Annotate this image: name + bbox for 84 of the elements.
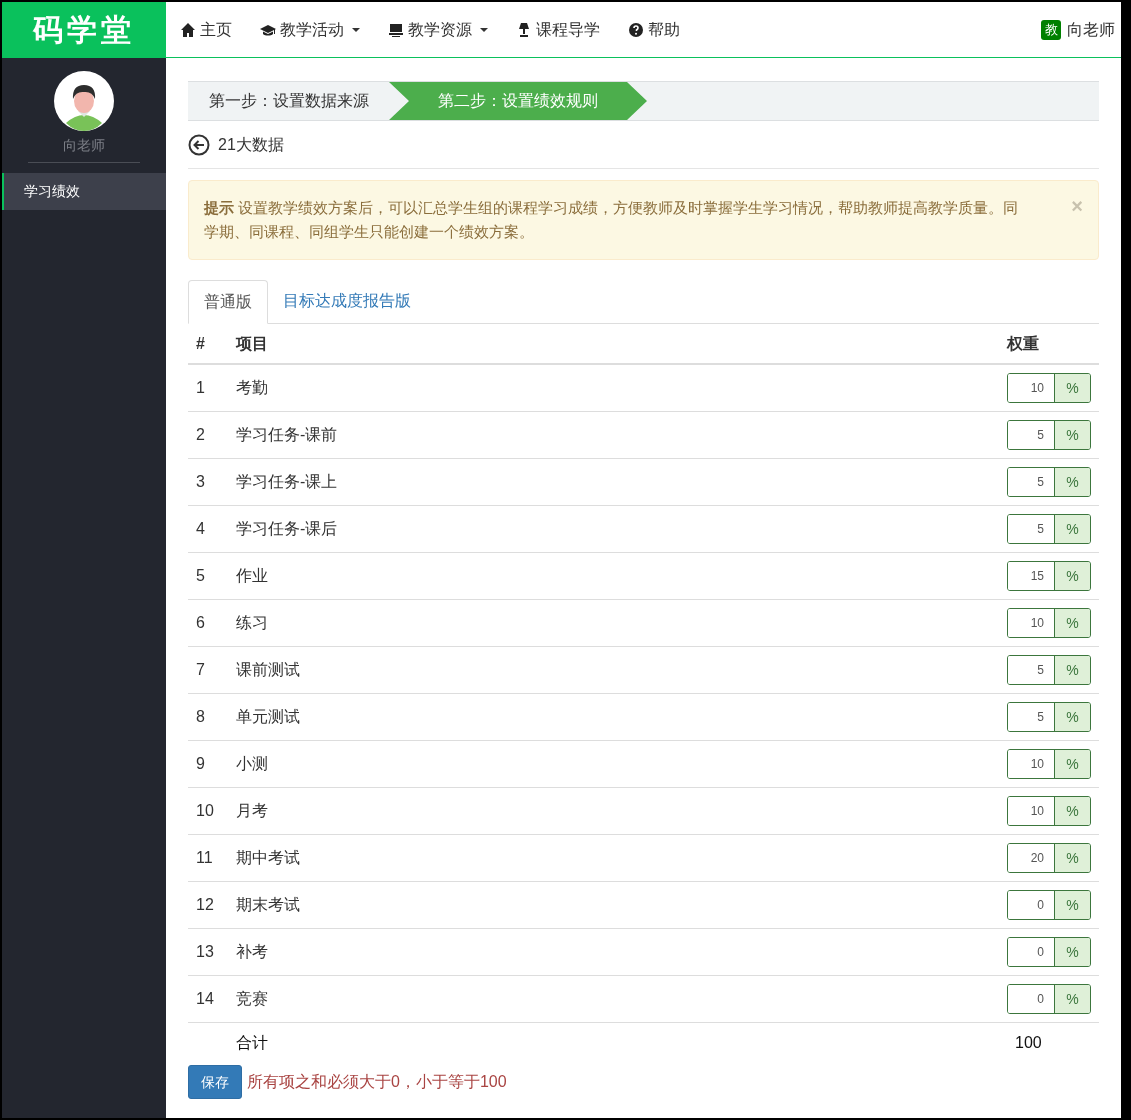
weight-field[interactable]: 5 % xyxy=(1007,655,1091,685)
caret-icon xyxy=(480,27,488,32)
total-value: 100 xyxy=(1014,1033,1043,1053)
weight-field[interactable]: 10 % xyxy=(1007,796,1091,826)
unit-label: % xyxy=(1054,985,1090,1013)
table-cell-text: 学习任务-课前 xyxy=(236,425,339,445)
table-cell-text: 小测 xyxy=(236,754,269,774)
tab[interactable]: 目标达成度报告版 xyxy=(268,279,426,323)
table-cell-text: 单元测试 xyxy=(236,707,301,727)
table-cell-text: 考勤 xyxy=(236,378,269,398)
tab[interactable]: 普通版 xyxy=(188,280,268,324)
table-cell-text: 7 xyxy=(195,660,206,680)
home-icon xyxy=(180,21,196,38)
help-icon xyxy=(628,21,644,38)
user-name[interactable]: 向老师 xyxy=(1067,17,1115,42)
table-cell-text: 3 xyxy=(195,472,206,492)
weight-field[interactable]: 0 % xyxy=(1007,937,1091,967)
weight-field[interactable]: 5 % xyxy=(1007,467,1091,497)
unit-label: % xyxy=(1054,421,1090,449)
total-label: 合计 xyxy=(235,1033,269,1053)
lamp-icon xyxy=(516,21,532,38)
avatar xyxy=(54,71,114,131)
table-cell-text: 期末考试 xyxy=(236,895,301,915)
table-cell-text: 6 xyxy=(195,613,206,633)
weight-field[interactable]: 5 % xyxy=(1007,514,1091,544)
save-button[interactable]: 保存 xyxy=(188,1065,242,1099)
weight-field[interactable]: 10 % xyxy=(1007,608,1091,638)
page-title: 21大数据 xyxy=(218,134,284,155)
table-cell-text: 11 xyxy=(195,848,214,868)
weight-field[interactable]: 10 % xyxy=(1007,373,1091,403)
weight-field[interactable]: 0 % xyxy=(1007,890,1091,920)
weight-field[interactable]: 10 % xyxy=(1007,749,1091,779)
column-header: 项目 xyxy=(236,333,269,354)
nav-item[interactable]: 教学资源 xyxy=(388,17,488,42)
table-cell-text: 期中考试 xyxy=(236,848,301,868)
alert-message: 提示 设置教学绩效方案后，可以汇总学生组的课程学习成绩，方便教师及时掌握学生学习情况，帮助教师提高教学质量。同学期、同课程、同组学生只能创建一个绩效方案。 xyxy=(204,198,1020,242)
sidebar-item[interactable]: 学习绩效 xyxy=(2,173,166,210)
wizard-step[interactable]: 第一步：设置数据来源 xyxy=(188,82,390,120)
weight-field[interactable]: 20 % xyxy=(1007,843,1091,873)
table-cell-text: 竞赛 xyxy=(236,989,269,1009)
caret-icon xyxy=(352,27,360,32)
weight-field[interactable]: 0 % xyxy=(1007,984,1091,1014)
table-cell-text: 2 xyxy=(195,425,206,445)
nav-item[interactable]: 主页 xyxy=(180,17,232,42)
table-cell-text: 8 xyxy=(195,707,206,727)
table-cell-text: 补考 xyxy=(236,942,269,962)
unit-label: % xyxy=(1054,656,1090,684)
table-cell-text: 12 xyxy=(195,895,215,915)
validation-message: 所有项之和必须大于0，小于等于100 xyxy=(247,1072,507,1092)
unit-label: % xyxy=(1054,562,1090,590)
column-header: 权重 xyxy=(1007,333,1040,354)
nav-item[interactable]: 帮助 xyxy=(628,17,680,42)
monitor-icon xyxy=(388,21,404,38)
table-cell-text: 练习 xyxy=(236,613,269,633)
table-cell-text: 作业 xyxy=(236,566,269,586)
table-cell-text: 学习任务-课后 xyxy=(236,519,339,539)
unit-label: % xyxy=(1054,609,1090,637)
table-cell-text: 学习任务-课上 xyxy=(236,472,339,492)
weight-field[interactable]: 15 % xyxy=(1007,561,1091,591)
table-cell-text: 10 xyxy=(195,801,215,821)
column-header: # xyxy=(195,333,206,354)
weight-field[interactable]: 5 % xyxy=(1007,702,1091,732)
unit-label: % xyxy=(1054,703,1090,731)
table-cell-text: 5 xyxy=(195,566,206,586)
sidebar-user-name: 向老师 xyxy=(63,136,105,155)
table-cell-text: 课前测试 xyxy=(236,660,301,680)
table-cell-text: 13 xyxy=(195,942,215,962)
weight-field[interactable]: 5 % xyxy=(1007,420,1091,450)
table-cell-text: 1 xyxy=(195,378,206,398)
unit-label: % xyxy=(1054,374,1090,402)
table-cell-text: 4 xyxy=(195,519,206,539)
table-cell-text: 月考 xyxy=(236,801,269,821)
unit-label: % xyxy=(1054,891,1090,919)
unit-label: % xyxy=(1054,750,1090,778)
nav-item[interactable]: 课程导学 xyxy=(516,17,600,42)
nav-item[interactable]: 教学活动 xyxy=(260,17,360,42)
unit-label: % xyxy=(1054,515,1090,543)
unit-label: % xyxy=(1054,938,1090,966)
unit-label: % xyxy=(1054,844,1090,872)
table-cell-text: 14 xyxy=(195,989,215,1009)
unit-label: % xyxy=(1054,468,1090,496)
unit-label: % xyxy=(1054,797,1090,825)
table-cell-text: 9 xyxy=(195,754,206,774)
role-badge: 教 xyxy=(1041,19,1061,40)
